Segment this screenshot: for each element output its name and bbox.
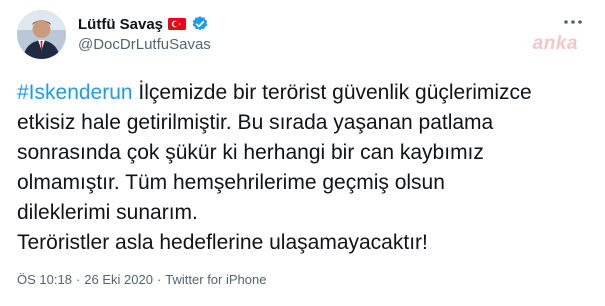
tweet-time[interactable]: ÖS 10:18 bbox=[17, 272, 72, 287]
verified-badge-icon bbox=[191, 15, 209, 33]
tweet-date[interactable]: 26 Eki 2020 bbox=[84, 272, 153, 287]
tweet-card: Lütfü Savaş @DocDrLutfuSavas anka #Isken… bbox=[0, 0, 605, 306]
meta-separator: · bbox=[75, 272, 81, 287]
tweet-line: etkisiz hale getirilmiştir. Bu sırada ya… bbox=[17, 111, 494, 134]
tweet-meta: ÖS 10:18 · 26 Eki 2020 · Twitter for iPh… bbox=[17, 272, 266, 287]
tweet-line: olmamıştır. Tüm hemşehrilerime geçmiş ol… bbox=[17, 171, 445, 194]
watermark-logo: anka bbox=[532, 33, 578, 54]
author-display-name[interactable]: Lütfü Savaş bbox=[78, 16, 163, 33]
tweet-line: Teröristler asla hedeflerine ulaşamayaca… bbox=[17, 231, 428, 254]
hashtag-link[interactable]: #Iskenderun bbox=[17, 81, 133, 104]
turkey-flag-icon bbox=[168, 18, 187, 30]
tweet-text: #Iskenderun İlçemizde bir terörist güven… bbox=[17, 78, 592, 258]
avatar-photo bbox=[17, 10, 66, 59]
tweet-source-link[interactable]: Twitter for iPhone bbox=[165, 272, 266, 287]
tweet-line: #Iskenderun İlçemizde bir terörist güven… bbox=[17, 78, 592, 108]
author-handle[interactable]: @DocDrLutfuSavas bbox=[78, 36, 211, 53]
tweet-line: dileklerimi sunarım. bbox=[17, 201, 198, 224]
more-options-icon[interactable] bbox=[561, 10, 585, 34]
tweet-line-text: İlçemizde bir terörist güvenlik güçlerim… bbox=[132, 81, 532, 104]
author-name-row: Lütfü Savaş bbox=[78, 14, 209, 34]
tweet-line: sonrasında çok şükür ki herhangi bir can… bbox=[17, 141, 484, 164]
avatar[interactable] bbox=[17, 10, 66, 59]
meta-separator: · bbox=[156, 272, 162, 287]
